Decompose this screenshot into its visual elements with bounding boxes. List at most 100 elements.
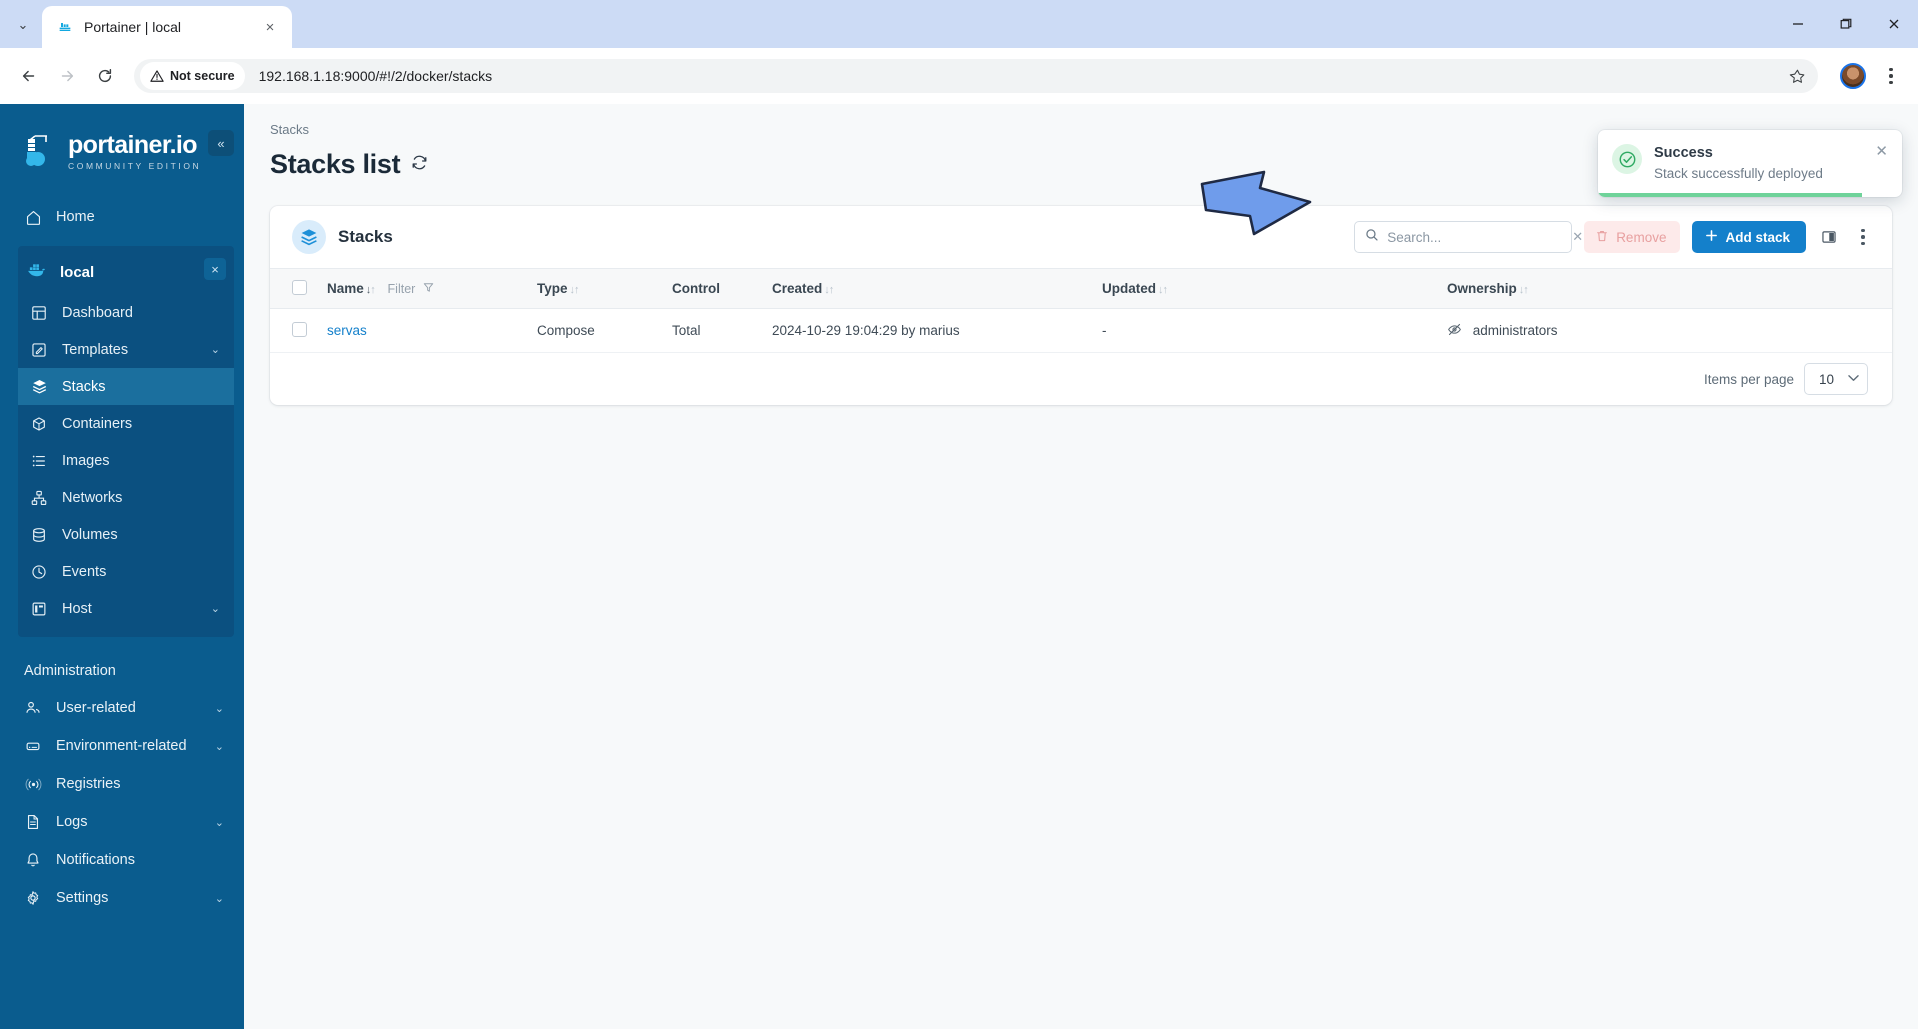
remove-button[interactable]: Remove [1584,221,1681,253]
more-options-icon[interactable] [1852,224,1874,250]
sidebar-environment-items: Dashboard Templates ⌄ Stacks Containers … [18,294,234,627]
star-icon[interactable] [1780,59,1814,93]
search-box[interactable]: ✕ [1354,221,1583,253]
chevron-down-icon[interactable]: ⌄ [215,740,224,753]
search-icon [1365,228,1379,247]
column-header-type[interactable]: Type ↓↑ [527,268,662,309]
sidebar-item-label: Images [62,452,110,469]
column-header-updated[interactable]: Updated ↓↑ [1092,268,1437,309]
sidebar-item-label: Stacks [62,378,106,395]
sidebar-item-label: Containers [62,415,133,432]
sidebar-item-networks[interactable]: Networks [18,479,234,516]
chevron-down-icon[interactable]: ⌄ [215,816,224,829]
table-row[interactable]: servas Compose Total 2024-10-29 19:04:29… [270,308,1892,353]
avatar[interactable] [1840,63,1866,89]
column-header-name[interactable]: Name ↓↑ Filter [317,268,527,309]
add-stack-button-label: Add stack [1725,229,1790,245]
search-clear-icon[interactable]: ✕ [1572,229,1583,245]
sidebar-item-environment-related[interactable]: Environment-related ⌄ [0,727,244,765]
sidebar-environment-header[interactable]: local [18,252,234,292]
portainer-logo-icon [22,132,58,172]
toast-progress-bar [1598,193,1863,197]
items-per-page-select[interactable]: 10 [1804,363,1868,395]
reload-button[interactable] [88,59,122,93]
sidebar-item-volumes[interactable]: Volumes [18,516,234,553]
back-button[interactable] [12,59,46,93]
sidebar-item-label: User-related [56,700,136,716]
eye-off-icon [1447,323,1466,340]
select-all-checkbox[interactable] [292,279,307,295]
chevron-down-icon[interactable]: ⌄ [215,702,224,715]
browser-tab[interactable]: Portainer | local × [42,6,292,48]
sidebar-item-stacks[interactable]: Stacks [18,368,234,405]
tab-close-icon[interactable]: × [258,15,282,39]
sidebar-item-user-related[interactable]: User-related ⌄ [0,689,244,727]
host-icon [30,601,48,617]
window-minimize-button[interactable] [1774,0,1822,48]
row-checkbox[interactable] [292,321,307,337]
column-header-created[interactable]: Created ↓↑ [762,268,1092,309]
docker-icon [26,262,48,282]
sidebar-item-images[interactable]: Images [18,442,234,479]
security-indicator[interactable]: Not secure [140,62,245,90]
items-per-page-label: Items per page [1703,371,1794,387]
sidebar-item-logs[interactable]: Logs ⌄ [0,803,244,841]
gear-icon [24,890,42,906]
sidebar-item-label: Volumes [62,526,118,543]
sidebar-item-home[interactable]: Home [0,198,244,236]
toast-message: Stack successfully deployed [1654,166,1823,181]
filter-icon[interactable] [423,281,434,296]
stacks-card-title: Stacks [338,227,393,246]
events-icon [30,564,48,580]
address-bar[interactable]: Not secure 192.168.1.18:9000/#!/2/docker… [134,59,1818,93]
column-label: Updated [1102,281,1156,296]
sidebar-item-label: Registries [56,776,121,792]
stacks-table-body: servas Compose Total 2024-10-29 19:04:29… [270,308,1892,353]
trash-icon [1595,229,1609,246]
browser-toolbar: Not secure 192.168.1.18:9000/#!/2/docker… [0,48,1918,104]
window-close-button[interactable] [1870,0,1918,48]
plus-icon [1705,229,1718,245]
add-stack-button[interactable]: Add stack [1692,221,1806,253]
sidebar-item-registries[interactable]: Registries [0,765,244,803]
sidebar-item-containers[interactable]: Containers [18,405,234,442]
dashboard-icon [30,305,48,321]
sidebar-item-notifications[interactable]: Notifications [0,841,244,879]
sidebar-item-host[interactable]: Host ⌄ [18,590,234,627]
home-icon [24,209,42,226]
volumes-icon [30,527,48,543]
chevron-down-icon[interactable]: ⌄ [211,602,220,615]
stacks-table: Name ↓↑ Filter Type ↓↑ Control Created ↓… [270,268,1892,353]
search-input[interactable] [1387,229,1565,245]
window-maximize-button[interactable] [1822,0,1870,48]
close-icon[interactable]: ✕ [1869,144,1888,181]
sidebar-item-dashboard[interactable]: Dashboard [18,294,234,331]
stacks-icon [30,378,48,395]
column-label: Created [772,281,823,296]
stack-name-link[interactable]: servas [327,323,367,338]
sidebar-item-events[interactable]: Events [18,553,234,590]
columns-icon[interactable] [1818,224,1840,250]
stacks-card-toolbar: ✕ Remove Add stack [1354,221,1874,253]
sidebar-environment-close-icon[interactable]: × [204,258,226,280]
column-label: Ownership [1447,281,1517,296]
tab-list-chevron-icon[interactable]: ⌄ [4,7,42,43]
sidebar-item-settings[interactable]: Settings ⌄ [0,879,244,917]
chevron-down-icon[interactable]: ⌄ [211,343,220,356]
refresh-icon[interactable] [410,153,429,177]
portainer-icon [56,18,74,36]
sidebar-collapse-button[interactable]: « [208,130,234,156]
sidebar-item-templates[interactable]: Templates ⌄ [18,331,234,368]
stacks-card-header: Stacks ✕ Re [270,206,1892,268]
select-all-header[interactable] [270,268,317,309]
column-header-ownership[interactable]: Ownership ↓↑ [1437,268,1892,309]
forward-button[interactable] [50,59,84,93]
browser-menu-icon[interactable] [1876,59,1906,93]
sidebar-item-label: Environment-related [56,738,187,754]
security-label: Not secure [170,69,235,83]
filter-label[interactable]: Filter [388,282,416,296]
cell-control: Total [662,308,762,353]
stacks-icon [292,220,326,254]
chevron-down-icon[interactable]: ⌄ [215,892,224,905]
row-select-cell[interactable] [270,308,317,353]
